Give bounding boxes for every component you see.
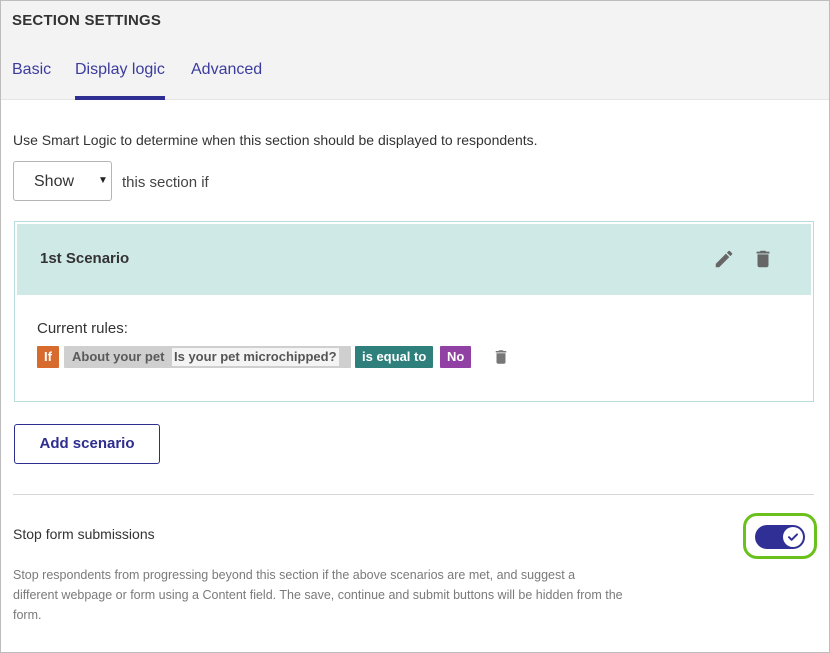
stop-submissions-toggle[interactable]	[755, 525, 805, 549]
page-title: SECTION SETTINGS	[12, 12, 162, 29]
delete-scenario-button[interactable]	[752, 248, 774, 270]
stop-submissions-description: Stop respondents from progressing beyond…	[13, 568, 623, 622]
settings-header: SECTION SETTINGS Basic Display logic Adv…	[1, 1, 829, 100]
question-chip: About your pet Is your pet microchipped?	[64, 346, 351, 368]
trash-icon	[756, 250, 770, 268]
tab-basic[interactable]: Basic	[12, 61, 51, 100]
select-suffix-text: this section if	[122, 174, 209, 191]
toggle-knob	[783, 527, 803, 547]
select-value: Show	[34, 173, 75, 190]
tab-display-logic[interactable]: Display logic	[75, 61, 165, 100]
section-settings-panel: SECTION SETTINGS Basic Display logic Adv…	[0, 0, 830, 653]
scenario-title: 1st Scenario	[40, 250, 130, 267]
current-rules-label: Current rules:	[37, 320, 128, 337]
toggle-highlight-ring	[743, 513, 817, 559]
scenario-card: 1st Scenario Current rules: If About you…	[14, 221, 814, 402]
edit-scenario-button[interactable]	[713, 248, 735, 270]
value-chip: No	[440, 346, 472, 368]
rule-section-name: About your pet	[72, 349, 165, 364]
add-scenario-button[interactable]: Add scenario	[14, 424, 160, 464]
pencil-icon	[715, 250, 733, 268]
tab-advanced[interactable]: Advanced	[191, 61, 262, 100]
trash-icon	[495, 350, 507, 364]
rule-question-name: Is your pet microchipped?	[172, 348, 339, 366]
operator-chip: is equal to	[355, 346, 434, 368]
logic-intro-text: Use Smart Logic to determine when this s…	[13, 132, 538, 148]
show-hide-select[interactable]: Show ▼	[13, 161, 112, 201]
scenario-header: 1st Scenario	[17, 224, 811, 295]
check-icon	[788, 533, 798, 541]
divider	[13, 494, 814, 495]
delete-rule-button[interactable]	[492, 346, 510, 368]
stop-submissions-label: Stop form submissions	[13, 526, 155, 542]
if-chip: If	[37, 346, 59, 368]
caret-down-icon: ▼	[98, 175, 108, 186]
